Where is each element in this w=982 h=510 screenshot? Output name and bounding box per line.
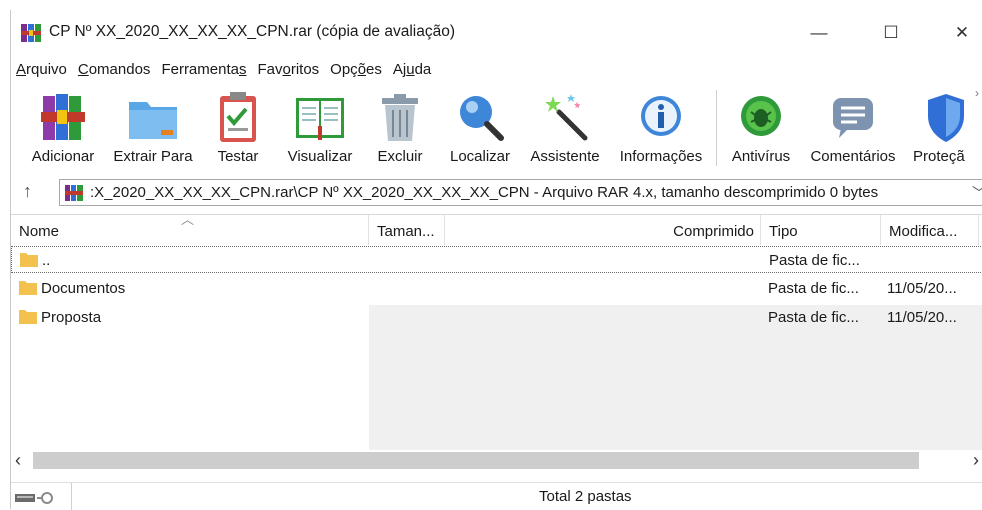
antivirus-label: Antivírus [731,148,791,165]
horizontal-scrollbar[interactable]: ‹ › [11,450,982,470]
row-type: Pasta de fic... [768,309,859,326]
shield-icon [928,94,964,142]
comment-icon [833,98,873,138]
antivirus-button[interactable]: Antivírus [724,82,798,174]
sort-ascending-icon: ︿ [181,212,195,227]
chevron-down-icon[interactable]: ﹀ [969,183,982,203]
minimize-icon: — [810,23,828,42]
menu-ferramentas[interactable]: Ferramentas [156,61,252,78]
folder-icon [19,281,37,295]
up-arrow-icon[interactable]: ↑ [23,181,32,202]
minimize-button[interactable]: — [796,10,842,56]
row-name: .. [42,252,51,269]
row-name: Proposta [41,309,102,326]
extract-to-label: Extrair Para [113,148,193,165]
bug-icon [741,96,781,136]
scrollbar-thumb[interactable] [33,452,919,469]
row-type: Pasta de fic... [769,252,860,269]
clipboard-check-icon [220,92,256,142]
wizard-label: Assistente [530,148,600,165]
find-button[interactable]: Localizar [441,82,519,174]
add-button[interactable]: Adicionar [21,82,105,174]
column-header-size[interactable]: Taman... [369,215,445,245]
archive-books-icon [41,94,85,140]
column-header-type[interactable]: Tipo [761,215,881,245]
view-button[interactable]: Visualizar [277,82,363,174]
winrar-app-icon [21,24,41,42]
column-header-packed[interactable]: Comprimido [445,215,761,245]
delete-label: Excluir [377,148,423,165]
info-label: Informações [619,148,703,165]
protect-label: Proteçã [913,148,965,165]
toolbar: Adicionar Extrair Para Testar Visualizar… [11,82,982,174]
view-label: Visualizar [287,148,353,165]
maximize-icon: ☐ [883,23,899,42]
close-icon: ✕ [954,23,970,42]
menu-favoritos[interactable]: Favoritos [252,61,325,78]
rar-file-icon [65,185,83,201]
menu-arquivo[interactable]: Arquivo [11,61,73,78]
menu-comandos[interactable]: Comandos [73,61,157,78]
comments-label: Comentários [810,148,896,165]
row-modified: 11/05/20... [887,309,957,326]
status-text: Total 2 pastas [539,488,632,505]
info-button[interactable]: Informações [611,82,711,174]
info-icon [641,96,681,136]
delete-button[interactable]: Excluir [369,82,431,174]
path-text: :X_2020_XX_XX_XX_CPN.rar\CP Nº XX_2020_X… [90,184,879,201]
trash-icon [382,94,418,141]
extract-to-button[interactable]: Extrair Para [107,82,199,174]
open-book-icon [296,98,344,140]
table-row[interactable]: Documentos Pasta de fic... 11/05/20... [11,275,982,302]
table-row[interactable]: Proposta Pasta de fic... 11/05/20... [11,304,982,331]
magnifier-icon [460,96,504,141]
protect-button[interactable]: Proteçã [909,82,982,174]
magic-wand-icon [545,94,588,141]
add-label: Adicionar [31,148,95,165]
menu-opcoes[interactable]: Opções [325,61,388,78]
row-modified: 11/05/20... [887,280,957,297]
status-divider [71,483,72,510]
folder-icon [19,310,37,324]
wizard-button[interactable]: Assistente [519,82,611,174]
test-label: Testar [217,148,259,165]
drive-key-icon[interactable] [15,489,59,505]
column-header-name[interactable]: Nome ︿ [11,212,369,245]
toolbar-overflow-icon[interactable]: › [975,86,979,100]
row-name: Documentos [41,280,126,297]
path-bar: ↑ :X_2020_XX_XX_XX_CPN.rar\CP Nº XX_2020… [11,176,982,210]
file-list: Nome ︿ Taman... Comprimido Tipo Modifica… [11,212,982,469]
column-header-modified[interactable]: Modifica... [881,215,979,245]
status-bar: Total 2 pastas [11,482,982,510]
test-button[interactable]: Testar [207,82,269,174]
window-title: CP Nº XX_2020_XX_XX_XX_CPN.rar (cópia de… [49,23,456,40]
row-type: Pasta de fic... [768,280,859,297]
close-button[interactable]: ✕ [939,10,982,56]
folder-icon [20,253,38,267]
menu-ajuda[interactable]: Ajuda [388,61,437,78]
folder-extract-icon [129,102,177,139]
maximize-button[interactable]: ☐ [868,10,914,56]
find-label: Localizar [449,148,511,165]
toolbar-separator [716,90,717,166]
path-field[interactable]: :X_2020_XX_XX_XX_CPN.rar\CP Nº XX_2020_X… [59,179,982,206]
scroll-left-icon[interactable]: ‹ [15,450,21,471]
winrar-window: CP Nº XX_2020_XX_XX_XX_CPN.rar (cópia de… [10,10,982,510]
table-row[interactable]: .. Pasta de fic... [11,246,982,273]
menu-bar: Arquivo Comandos Ferramentas Favoritos O… [11,57,437,81]
title-bar[interactable]: CP Nº XX_2020_XX_XX_XX_CPN.rar (cópia de… [11,10,982,56]
scroll-right-icon[interactable]: › [973,450,979,471]
comments-button[interactable]: Comentários [801,82,905,174]
